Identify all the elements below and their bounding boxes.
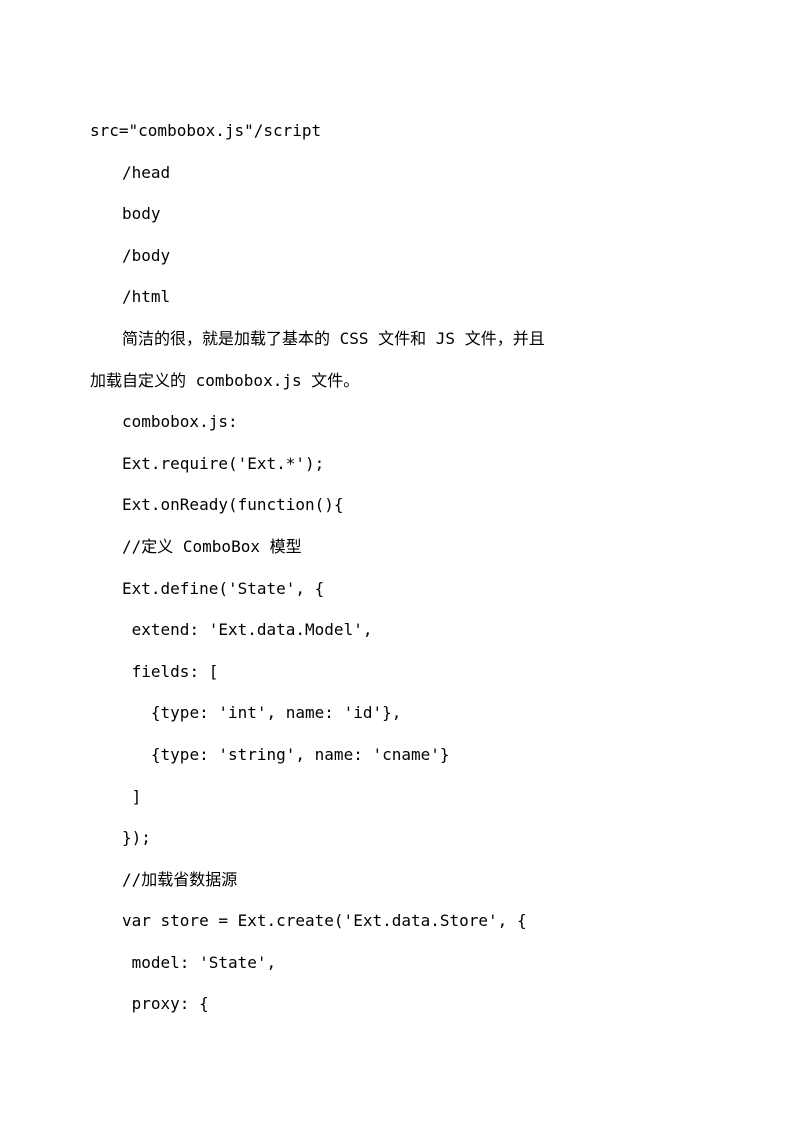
text-line: src="combobox.js"/script (90, 110, 710, 152)
text-line: ] (90, 776, 710, 818)
text-line: /head (90, 152, 710, 194)
text-line: var store = Ext.create('Ext.data.Store',… (90, 900, 710, 942)
text-line: 加载自定义的 combobox.js 文件。 (90, 360, 710, 402)
text-line: //加载省数据源 (90, 859, 710, 901)
text-line: model: 'State', (90, 942, 710, 984)
text-line: extend: 'Ext.data.Model', (90, 609, 710, 651)
text-line: fields: [ (90, 651, 710, 693)
text-line: Ext.define('State', { (90, 568, 710, 610)
text-line: Ext.require('Ext.*'); (90, 443, 710, 485)
text-line: {type: 'string', name: 'cname'} (90, 734, 710, 776)
text-line: {type: 'int', name: 'id'}, (90, 692, 710, 734)
text-line: body (90, 193, 710, 235)
text-line: //定义 ComboBox 模型 (90, 526, 710, 568)
text-line: 简洁的很，就是加载了基本的 CSS 文件和 JS 文件，并且 (90, 318, 710, 360)
document-page: src="combobox.js"/script/headbody/body/h… (0, 0, 800, 1115)
text-line: /html (90, 276, 710, 318)
text-line: }); (90, 817, 710, 859)
text-line: /body (90, 235, 710, 277)
text-line: combobox.js: (90, 401, 710, 443)
text-line: Ext.onReady(function(){ (90, 484, 710, 526)
text-line: proxy: { (90, 983, 710, 1025)
